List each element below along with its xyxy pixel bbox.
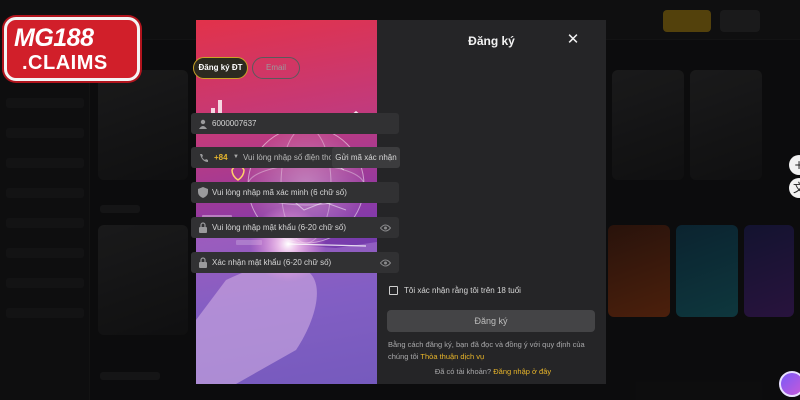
lock-icon <box>197 217 209 238</box>
login-prompt: Đã có tài khoản? Đăng nhập ở đây <box>387 367 599 376</box>
logo-title: MG188 <box>14 24 94 52</box>
close-icon[interactable]: ✕ <box>565 31 581 47</box>
verify-code-input[interactable]: Vui lòng nhập mã xác minh (6 chữ số) <box>212 182 347 203</box>
tab-email-register[interactable]: Email <box>252 57 300 79</box>
username-field[interactable]: 6000007637 <box>191 113 399 134</box>
tab-phone-register[interactable]: Đăng ký ĐT <box>193 57 248 79</box>
country-code[interactable]: +84 <box>214 147 228 168</box>
eye-icon[interactable] <box>379 252 391 273</box>
terms-text: Bằng cách đăng ký, bạn đã đọc và đồng ý … <box>388 339 600 363</box>
register-submit-button[interactable]: Đăng ký <box>387 310 595 332</box>
site-logo: MG188 .CLAIMS <box>4 17 140 81</box>
password-field[interactable]: Vui lòng nhập mật khẩu (6-20 chữ số) <box>191 217 399 238</box>
age-confirm-row[interactable]: Tôi xác nhận rằng tôi trên 18 tuổi <box>389 284 521 296</box>
eye-icon[interactable] <box>379 217 391 238</box>
phone-input[interactable]: Vui lòng nhập số điện thoại <box>243 147 331 168</box>
login-prompt-text: Đã có tài khoản? <box>434 367 492 376</box>
age-confirm-label: Tôi xác nhận rằng tôi trên 18 tuổi <box>404 285 521 295</box>
logo-domain: .CLAIMS <box>22 52 108 74</box>
confirm-password-input[interactable]: Xác nhận mật khẩu (6-20 chữ số) <box>212 252 331 273</box>
confirm-password-field[interactable]: Xác nhận mật khẩu (6-20 chữ số) <box>191 252 399 273</box>
username-value: 6000007637 <box>212 119 257 128</box>
terms-body: Bằng cách đăng ký, bạn đã đọc và đồng ý … <box>388 340 585 361</box>
login-link[interactable]: Đăng nhập ở đây <box>493 367 551 376</box>
verify-code-field[interactable]: Vui lòng nhập mã xác minh (6 chữ số) <box>191 182 399 203</box>
user-icon <box>197 113 209 134</box>
send-code-button[interactable]: Gửi mã xác nhận <box>332 147 400 168</box>
terms-link[interactable]: Thỏa thuận dịch vụ <box>420 352 484 361</box>
chevron-down-icon[interactable]: ▼ <box>233 147 239 168</box>
chat-support-icon[interactable] <box>779 371 800 397</box>
password-input[interactable]: Vui lòng nhập mật khẩu (6-20 chữ số) <box>212 217 346 238</box>
lock-icon <box>197 252 209 273</box>
phone-icon <box>197 147 209 168</box>
shield-icon <box>197 182 209 203</box>
age-checkbox[interactable] <box>389 285 398 295</box>
